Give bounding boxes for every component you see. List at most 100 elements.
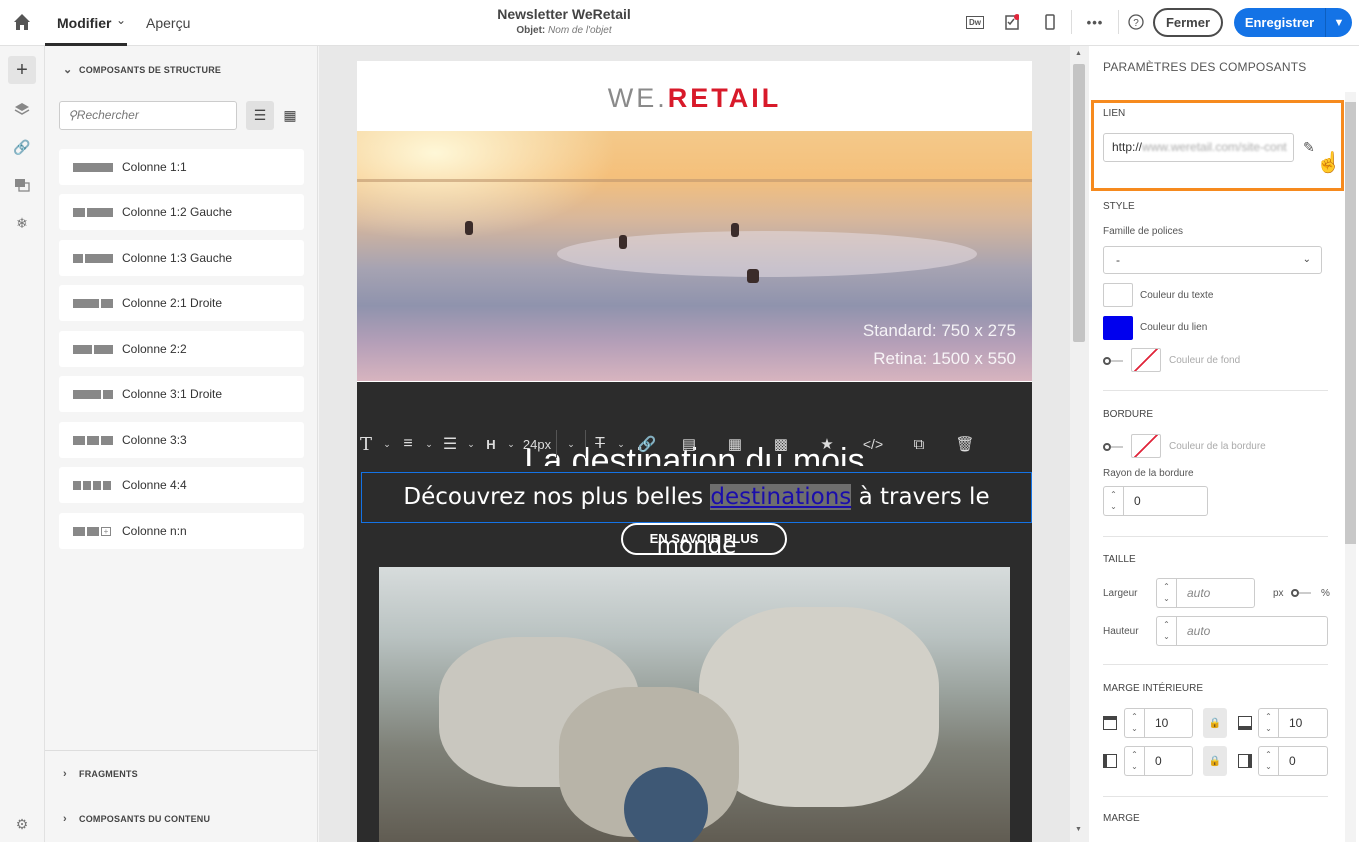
clear-format-icon[interactable]: T xyxy=(586,430,614,458)
close-button[interactable]: Fermer xyxy=(1153,8,1223,37)
email-body[interactable]: WE.RETAIL Standard: 750 x 275 Retina: 15… xyxy=(357,61,1032,842)
save-options-button[interactable]: ▼ xyxy=(1325,8,1352,37)
layers-icon[interactable] xyxy=(12,99,32,119)
link-color-swatch[interactable] xyxy=(1103,316,1133,340)
border-radius-input[interactable]: 0 xyxy=(1123,486,1208,516)
scroll-up-icon[interactable]: ▲ xyxy=(1075,50,1082,57)
search-input[interactable]: ⚲Rechercher xyxy=(59,101,237,130)
text-color-swatch[interactable] xyxy=(1103,283,1133,307)
brand-logo[interactable]: WE.RETAIL xyxy=(357,83,1032,114)
component-column-4-4[interactable]: Colonne 4:4 xyxy=(59,467,304,503)
link-section-label: LIEN xyxy=(1103,108,1126,119)
height-input[interactable]: auto xyxy=(1176,616,1328,646)
font-family-select[interactable]: - ⌄ xyxy=(1103,246,1322,274)
save-button[interactable]: Enregistrer xyxy=(1234,8,1325,37)
width-stepper[interactable]: ⌃ ⌄ xyxy=(1156,578,1176,608)
heading-icon[interactable]: H xyxy=(478,430,504,458)
padding-top-stepper[interactable]: ⌃ ⌄ xyxy=(1124,708,1144,738)
align-icon[interactable]: ≡ xyxy=(394,430,422,458)
assets-icon[interactable] xyxy=(12,175,32,195)
component-column-3-1-right[interactable]: Colonne 3:1 Droite xyxy=(59,376,304,412)
hero-image[interactable]: Standard: 750 x 275 Retina: 1500 x 550 xyxy=(357,131,1032,381)
component-column-1-3-left[interactable]: Colonne 1:3 Gauche xyxy=(59,240,304,276)
chevron-down-icon[interactable]: ⌄ xyxy=(556,430,586,458)
height-stepper[interactable]: ⌃ ⌄ xyxy=(1156,616,1176,646)
chevron-down-icon[interactable]: ⌄ xyxy=(504,430,518,458)
padding-right-input[interactable]: 0 xyxy=(1278,746,1328,776)
padding-bottom-input[interactable]: 10 xyxy=(1278,708,1328,738)
link-icon[interactable]: 🔗 xyxy=(628,430,666,458)
padding-left-input[interactable]: 0 xyxy=(1144,746,1193,776)
mobile-icon[interactable] xyxy=(1040,12,1060,32)
selected-text-block[interactable]: Découvrez nos plus belles destinations à… xyxy=(361,472,1032,559)
checklist-icon[interactable] xyxy=(1002,12,1022,32)
bg-color-swatch[interactable] xyxy=(1131,348,1161,372)
scrollbar-thumb[interactable] xyxy=(1345,102,1356,544)
delete-icon[interactable]: 🗑 xyxy=(942,430,988,458)
selected-link[interactable]: destinations xyxy=(710,484,852,510)
tab-modifier[interactable]: Modifier xyxy=(57,15,111,31)
bg-color-toggle[interactable] xyxy=(1103,357,1123,365)
panel-title: PARAMÈTRES DES COMPOSANTS xyxy=(1103,60,1307,74)
chevron-down-icon[interactable]: ⌄ xyxy=(614,430,628,458)
email-canvas[interactable]: WE.RETAIL Standard: 750 x 275 Retina: 15… xyxy=(319,46,1070,842)
font-icon[interactable]: T xyxy=(357,430,380,458)
personalization-icon[interactable]: ❄ xyxy=(12,213,32,233)
fragments-section-header[interactable]: › FRAGMENTS xyxy=(63,768,138,780)
image-icon[interactable]: ▩ xyxy=(758,430,804,458)
padding-left-stepper[interactable]: ⌃ ⌄ xyxy=(1124,746,1144,776)
cta-button[interactable]: EN SAVOIR PLUS xyxy=(621,523,787,555)
chevron-down-icon[interactable]: ⌄ xyxy=(380,430,394,458)
content-section-header[interactable]: › COMPOSANTS DU CONTENU xyxy=(63,813,210,825)
link-url-input[interactable]: http://www.weretail.com/site-cont xyxy=(1103,133,1294,162)
structure-section-header[interactable]: ⌄ COMPOSANTS DE STRUCTURE xyxy=(63,63,221,76)
columns-icon[interactable]: ▦ xyxy=(712,430,758,458)
padding-top-icon xyxy=(1103,716,1117,730)
canvas-scrollbar[interactable]: ▲ ▼ xyxy=(1070,46,1089,842)
lock-icon[interactable]: 🔒 xyxy=(1203,708,1227,738)
padding-right-stepper[interactable]: ⌃ ⌄ xyxy=(1258,746,1278,776)
home-icon[interactable] xyxy=(12,12,32,32)
unit-toggle[interactable] xyxy=(1291,589,1311,597)
component-column-n-n[interactable]: + Colonne n:n xyxy=(59,513,304,549)
edit-icon[interactable]: ✎ xyxy=(1303,139,1315,156)
padding-top-input[interactable]: 10 xyxy=(1144,708,1193,738)
font-size-value[interactable]: 24px xyxy=(518,430,556,458)
padding-bottom-stepper[interactable]: ⌃ ⌄ xyxy=(1258,708,1278,738)
component-column-2-2[interactable]: Colonne 2:2 xyxy=(59,331,304,367)
settings-icon[interactable]: ⚙ xyxy=(12,814,32,834)
scroll-down-icon[interactable]: ▼ xyxy=(1075,826,1082,833)
subject-value[interactable]: Nom de l'objet xyxy=(548,25,612,36)
add-icon[interactable]: + xyxy=(8,56,36,84)
link-icon[interactable]: 🔗 xyxy=(12,137,32,157)
chevron-down-icon[interactable]: ⌄ xyxy=(116,13,126,27)
scrollbar-thumb[interactable] xyxy=(1073,64,1085,342)
mountain-image[interactable] xyxy=(379,567,1010,842)
padding-section-label: MARGE INTÉRIEURE xyxy=(1103,683,1204,694)
lock-icon[interactable]: 🔒 xyxy=(1203,746,1227,776)
border-color-swatch[interactable] xyxy=(1131,434,1161,458)
tab-apercu[interactable]: Aperçu xyxy=(146,15,190,31)
border-color-toggle[interactable] xyxy=(1103,443,1123,451)
personalization-icon[interactable]: ★ xyxy=(804,430,850,458)
duplicate-icon[interactable]: ⧉ xyxy=(896,430,942,458)
content-section[interactable]: La destination du mois T ⌄ ≡ ⌄ ☰ ⌄ H ⌄ 24px … xyxy=(357,382,1032,842)
border-radius-stepper[interactable]: ⌃ ⌄ xyxy=(1103,486,1123,516)
component-column-1-1[interactable]: Colonne 1:1 xyxy=(59,149,304,185)
component-column-1-2-left[interactable]: Colonne 1:2 Gauche xyxy=(59,194,304,230)
component-column-3-3[interactable]: Colonne 3:3 xyxy=(59,422,304,458)
list-icon[interactable]: ☰ xyxy=(436,430,464,458)
component-column-2-1-right[interactable]: Colonne 2:1 Droite xyxy=(59,285,304,321)
more-icon[interactable]: ••• xyxy=(1085,12,1105,32)
code-icon[interactable]: </> xyxy=(850,430,896,458)
search-placeholder: Rechercher xyxy=(76,108,139,122)
help-icon[interactable]: ? xyxy=(1126,12,1146,32)
list-view-icon[interactable]: ☰ xyxy=(246,101,274,130)
settings-scrollbar[interactable] xyxy=(1345,92,1356,842)
dreamweaver-icon[interactable]: Dw xyxy=(965,12,985,32)
chevron-down-icon[interactable]: ⌄ xyxy=(464,430,478,458)
chevron-down-icon[interactable]: ⌄ xyxy=(422,430,436,458)
structure-icon[interactable]: ▤ xyxy=(666,430,712,458)
width-input[interactable]: auto xyxy=(1176,578,1255,608)
grid-view-icon[interactable]: ▦ xyxy=(276,101,304,130)
